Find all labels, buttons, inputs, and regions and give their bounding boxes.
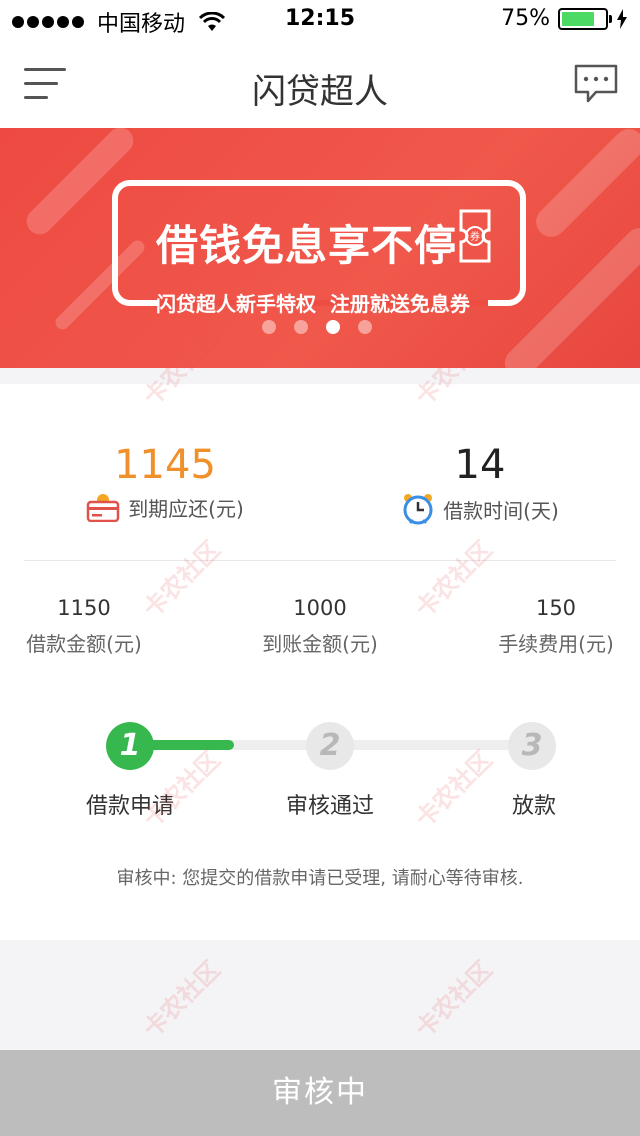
fee-amount-label: 手续费用(元) (498, 632, 614, 656)
step-3-label: 放款 (511, 794, 556, 819)
received-amount-block: 1000 到账金额(元) (260, 596, 380, 657)
battery-icon (558, 7, 612, 30)
loan-amount-block: 1150 借款金额(元) (24, 596, 144, 657)
banner-pager[interactable] (262, 320, 390, 334)
watermark: 卡农社区 (409, 955, 498, 1044)
divider (24, 560, 616, 561)
battery-percent: 75% (501, 6, 550, 31)
promo-banner[interactable]: 借钱免息享不停 券 闪贷超人新手特权 注册就送免息券 (0, 128, 640, 368)
step-1-circle: 1 (106, 722, 154, 770)
pager-dot[interactable] (262, 320, 276, 334)
loan-amount-value: 1150 (57, 596, 111, 620)
status-note: 审核中: 您提交的借款申请已受理, 请耐心等待审核. (116, 868, 524, 889)
message-icon[interactable] (574, 64, 618, 104)
fee-amount-block: 150 手续费用(元) (496, 596, 616, 657)
loan-days-block: 14 借款时间(天) (395, 442, 565, 526)
charging-bolt-icon (617, 8, 627, 29)
received-amount-value: 1000 (293, 596, 347, 620)
loan-amount-label: 借款金额(元) (26, 632, 142, 656)
banner-headline: 借钱免息享不停 (156, 221, 458, 270)
due-amount-label: 到期应还(元) (128, 496, 244, 521)
review-status-button[interactable]: 审核中 (0, 1050, 640, 1136)
fee-amount-value: 150 (535, 596, 577, 620)
loan-detail-card: 1145 到期应还(元) 14 借款时间(天) 1150 借款金额(元) 100… (0, 384, 640, 940)
banner-subline: 闪贷超人新手特权 注册就送免息券 (156, 292, 470, 316)
loan-days-label: 借款时间(天) (443, 498, 559, 523)
watermark: 卡农社区 (137, 955, 226, 1044)
due-amount-value: 1145 (114, 442, 216, 488)
step-3-circle: 3 (508, 722, 556, 770)
coupon-glyph: 券 (470, 230, 480, 243)
pager-dot-active[interactable] (326, 320, 340, 334)
coupon-icon: 券 (459, 209, 491, 263)
repayment-card-icon (86, 494, 120, 522)
due-amount-block: 1145 到期应还(元) (80, 442, 250, 522)
nav-bar: 闪贷超人 (0, 40, 640, 128)
received-amount-label: 到账金额(元) (262, 632, 378, 656)
loan-days-value: 14 (454, 442, 506, 488)
pager-dot[interactable] (358, 320, 372, 334)
status-bar: 中国移动 12:15 75% (0, 0, 640, 40)
pager-dot[interactable] (294, 320, 308, 334)
step-2-circle: 2 (306, 722, 354, 770)
page-title: 闪贷超人 (252, 72, 388, 112)
alarm-clock-icon (403, 494, 433, 525)
step-2-label: 审核通过 (285, 794, 374, 819)
